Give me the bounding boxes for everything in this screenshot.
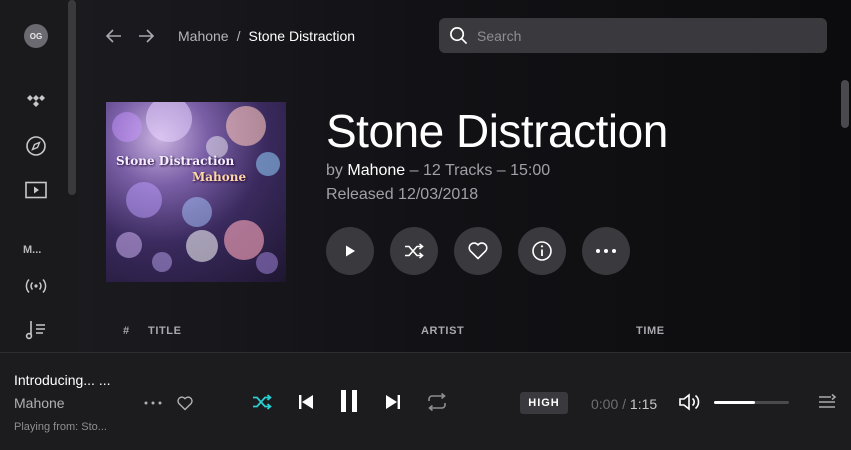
broadcast-icon[interactable] xyxy=(24,274,48,298)
avatar[interactable]: OG xyxy=(24,24,48,48)
column-header-title[interactable]: TITLE xyxy=(148,325,182,337)
track-info: – 12 Tracks – 15:00 xyxy=(409,162,551,179)
video-icon[interactable] xyxy=(24,178,48,202)
now-playing-title[interactable]: Introducing... ... xyxy=(14,372,111,388)
next-track-icon[interactable] xyxy=(383,391,403,413)
cover-artist: Mahone xyxy=(192,170,247,184)
breadcrumb-separator: / xyxy=(236,28,241,44)
playback-time: 0:00 / 1:15 xyxy=(591,396,657,412)
more-dots-icon xyxy=(596,249,616,253)
column-header-artist[interactable]: ARTIST xyxy=(421,325,464,337)
track-heart-icon[interactable] xyxy=(175,393,195,413)
volume-slider[interactable] xyxy=(714,401,789,404)
play-icon xyxy=(346,245,355,257)
search-box xyxy=(439,18,827,53)
release-date: Released 12/03/2018 xyxy=(326,186,479,203)
compass-icon[interactable] xyxy=(24,134,48,158)
heart-icon xyxy=(468,242,488,260)
breadcrumb: Mahone / Stone Distraction xyxy=(178,28,355,44)
album-cover[interactable]: Stone Distraction Mahone xyxy=(106,102,286,282)
breadcrumb-current: Stone Distraction xyxy=(248,28,356,44)
by-prefix: by xyxy=(326,162,343,179)
play-button[interactable] xyxy=(326,227,374,275)
shuffle-icon xyxy=(405,243,424,259)
volume-level xyxy=(714,401,756,404)
previous-track-icon[interactable] xyxy=(296,391,316,413)
total-time: 1:15 xyxy=(629,396,658,412)
forward-arrow-icon[interactable] xyxy=(136,26,156,46)
playing-from[interactable]: Playing from: Sto... xyxy=(14,421,107,433)
cover-title: Stone Distraction xyxy=(116,154,235,168)
main-content: Mahone / Stone Distraction Stone Distracti… xyxy=(78,0,851,352)
sidebar-scrollbar[interactable] xyxy=(68,0,76,195)
search-icon xyxy=(450,27,468,45)
track-more-icon[interactable] xyxy=(143,397,163,409)
album-meta: by Mahone – 12 Tracks – 15:00 xyxy=(326,162,550,180)
playlist-icon[interactable] xyxy=(24,318,48,342)
volume-icon[interactable] xyxy=(678,391,702,413)
column-header-time[interactable]: TIME xyxy=(636,325,665,337)
player-bar: Introducing... ... Mahone Playing from: … xyxy=(0,352,851,450)
info-button[interactable] xyxy=(518,227,566,275)
album-title: Stone Distraction xyxy=(326,105,668,157)
sidebar-item-my-collection[interactable]: M... xyxy=(23,244,41,256)
shuffle-button[interactable] xyxy=(390,227,438,275)
artist-link[interactable]: Mahone xyxy=(347,162,405,179)
info-icon xyxy=(532,241,552,261)
more-options-button[interactable] xyxy=(582,227,630,275)
favorite-button[interactable] xyxy=(454,227,502,275)
queue-icon[interactable] xyxy=(816,391,838,413)
now-playing-artist[interactable]: Mahone xyxy=(14,395,65,411)
main-scrollbar[interactable] xyxy=(841,80,849,128)
column-header-number[interactable]: # xyxy=(123,325,130,337)
breadcrumb-parent[interactable]: Mahone xyxy=(178,28,229,44)
time-separator: / xyxy=(622,396,627,412)
shuffle-active-icon[interactable] xyxy=(250,391,274,413)
current-time: 0:00 xyxy=(591,396,619,412)
repeat-icon[interactable] xyxy=(426,391,448,413)
tidal-logo-icon[interactable] xyxy=(24,90,48,114)
pause-icon[interactable] xyxy=(336,387,362,415)
search-input[interactable] xyxy=(477,18,817,53)
audio-quality-badge[interactable]: HIGH xyxy=(520,392,568,414)
sidebar: OG M... xyxy=(0,0,78,352)
back-arrow-icon[interactable] xyxy=(104,26,124,46)
